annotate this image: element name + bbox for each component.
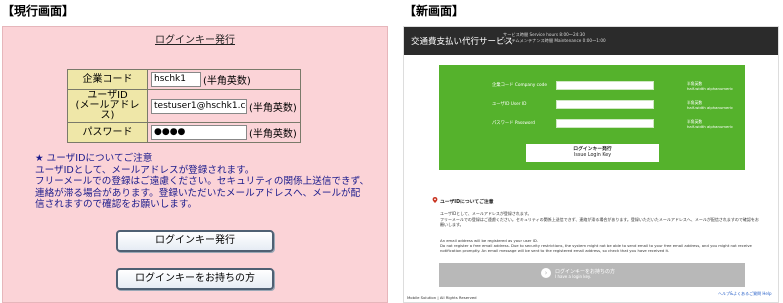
- old-userid-notice: ★ ユーザIDについてご注意 ユーザIDとして、メールアドレスが登録されます。 …: [35, 153, 375, 211]
- old-user-label-line2: (メールアドレス): [75, 100, 140, 121]
- new-user-label: ユーザID User ID: [492, 102, 527, 107]
- new-hint-en: half-width alphanumeric: [687, 124, 734, 129]
- old-password-label: パスワード: [67, 122, 148, 143]
- new-app-title: 交通費支払い代行サービス: [411, 37, 514, 47]
- new-issue-login-key-button[interactable]: ログインキー発行 Issue Login Key: [526, 144, 659, 162]
- new-notice-jp: ユーザIDとして、メールアドレスが登録されます。 フリーメールでの登録はご遠慮く…: [440, 211, 760, 228]
- new-password-input[interactable]: [556, 119, 654, 128]
- new-password-label: パスワード Password: [492, 121, 535, 126]
- current-screen: ログインキー発行 企業コード hschk1 (半角英数) ユーザID (メールアド…: [2, 26, 388, 303]
- new-company-hint: 半角英数 half-width alphanumeric: [687, 81, 733, 91]
- old-user-input[interactable]: testuser1@hschk1.com: [151, 98, 247, 114]
- old-notice-line: フリーメールでの登録はご遠慮ください。セキュリティの関係上送信できず、: [35, 176, 370, 187]
- new-company-input[interactable]: [556, 81, 654, 90]
- new-notice-title: ユーザIDについてご注意: [440, 200, 494, 205]
- old-company-hint: (半角英数): [203, 76, 251, 87]
- old-password-input[interactable]: ●●●●: [151, 125, 247, 140]
- new-help-link[interactable]: ヘルプ&よくあるご質問 Help: [718, 291, 772, 297]
- new-screen-label: 【新画面】: [404, 4, 465, 18]
- old-notice-line: 信されますので確認をお願いします。: [35, 199, 198, 210]
- new-hint-en: half-width alphanumeric: [687, 105, 734, 110]
- new-service-hours: サービス時間 Service hours 8:00〜24:30 システムメンテナ…: [503, 32, 606, 44]
- new-footer-text: Mobile Solution | All Rights Reserved: [407, 295, 477, 300]
- old-page-title: ログインキー発行: [155, 35, 235, 46]
- new-screen: 交通費支払い代行サービス サービス時間 Service hours 8:00〜2…: [403, 26, 779, 303]
- location-pin-icon: [432, 197, 438, 203]
- new-password-row: パスワード Password 半角英数 half-width alphanume…: [439, 119, 745, 129]
- new-hint-en: half-width alphanumeric: [687, 86, 734, 91]
- old-company-label: 企業コード: [67, 69, 148, 90]
- new-have-login-key-button[interactable]: › ログインキーをお持ちの方 I have a login key.: [439, 263, 745, 287]
- old-user-label: ユーザID (メールアドレス): [67, 89, 148, 123]
- new-company-row: 企業コード Company code 半角英数 half-width alpha…: [439, 81, 745, 91]
- old-company-input[interactable]: hschk1: [151, 72, 201, 87]
- new-user-row: ユーザID User ID 半角英数 half-width alphanumer…: [439, 100, 745, 110]
- current-screen-label: 【現行画面】: [2, 4, 75, 18]
- new-header-bar: 交通費支払い代行サービス サービス時間 Service hours 8:00〜2…: [404, 27, 778, 55]
- old-issue-login-key-button[interactable]: ログインキー発行: [116, 230, 274, 252]
- new-user-input[interactable]: [556, 100, 654, 109]
- old-have-login-key-button[interactable]: ログインキーをお持ちの方: [116, 268, 274, 290]
- old-password-hint: (半角英数): [249, 129, 297, 140]
- old-notice-line: 連絡が滞る場合があります。登録いただいたメールアドレスへ、メールが配: [35, 187, 361, 199]
- new-have-key-en: I have a login key.: [555, 274, 591, 279]
- old-notice-line: ユーザIDとして、メールアドレスが登録されます。: [35, 164, 255, 176]
- new-company-label: 企業コード Company code: [492, 83, 548, 88]
- chevron-right-icon: ›: [541, 268, 551, 278]
- new-issue-button-en: Issue Login Key: [573, 153, 612, 158]
- old-notice-heading: ★ ユーザIDについてご注意: [35, 153, 153, 164]
- new-notice-en: An email address will be registered as y…: [440, 238, 760, 254]
- new-notice-jp-line: フリーメールでの登録はご遠慮ください。セキュリティの関係上送信できず、連絡が滞る…: [440, 216, 759, 228]
- old-login-form: 企業コード hschk1 (半角英数) ユーザID (メールアドレス) testu…: [67, 69, 301, 143]
- new-login-panel: 企業コード Company code 半角英数 half-width alpha…: [439, 65, 745, 170]
- new-user-hint: 半角英数 half-width alphanumeric: [687, 100, 733, 110]
- new-notice-en-line: Do not register a free email address. Du…: [440, 243, 752, 254]
- new-password-hint: 半角英数 half-width alphanumeric: [687, 119, 733, 129]
- old-user-hint: (半角英数): [249, 102, 297, 114]
- new-hours-line: システムメンテナンス時間 Maintenance 0:00〜1:00: [503, 38, 606, 43]
